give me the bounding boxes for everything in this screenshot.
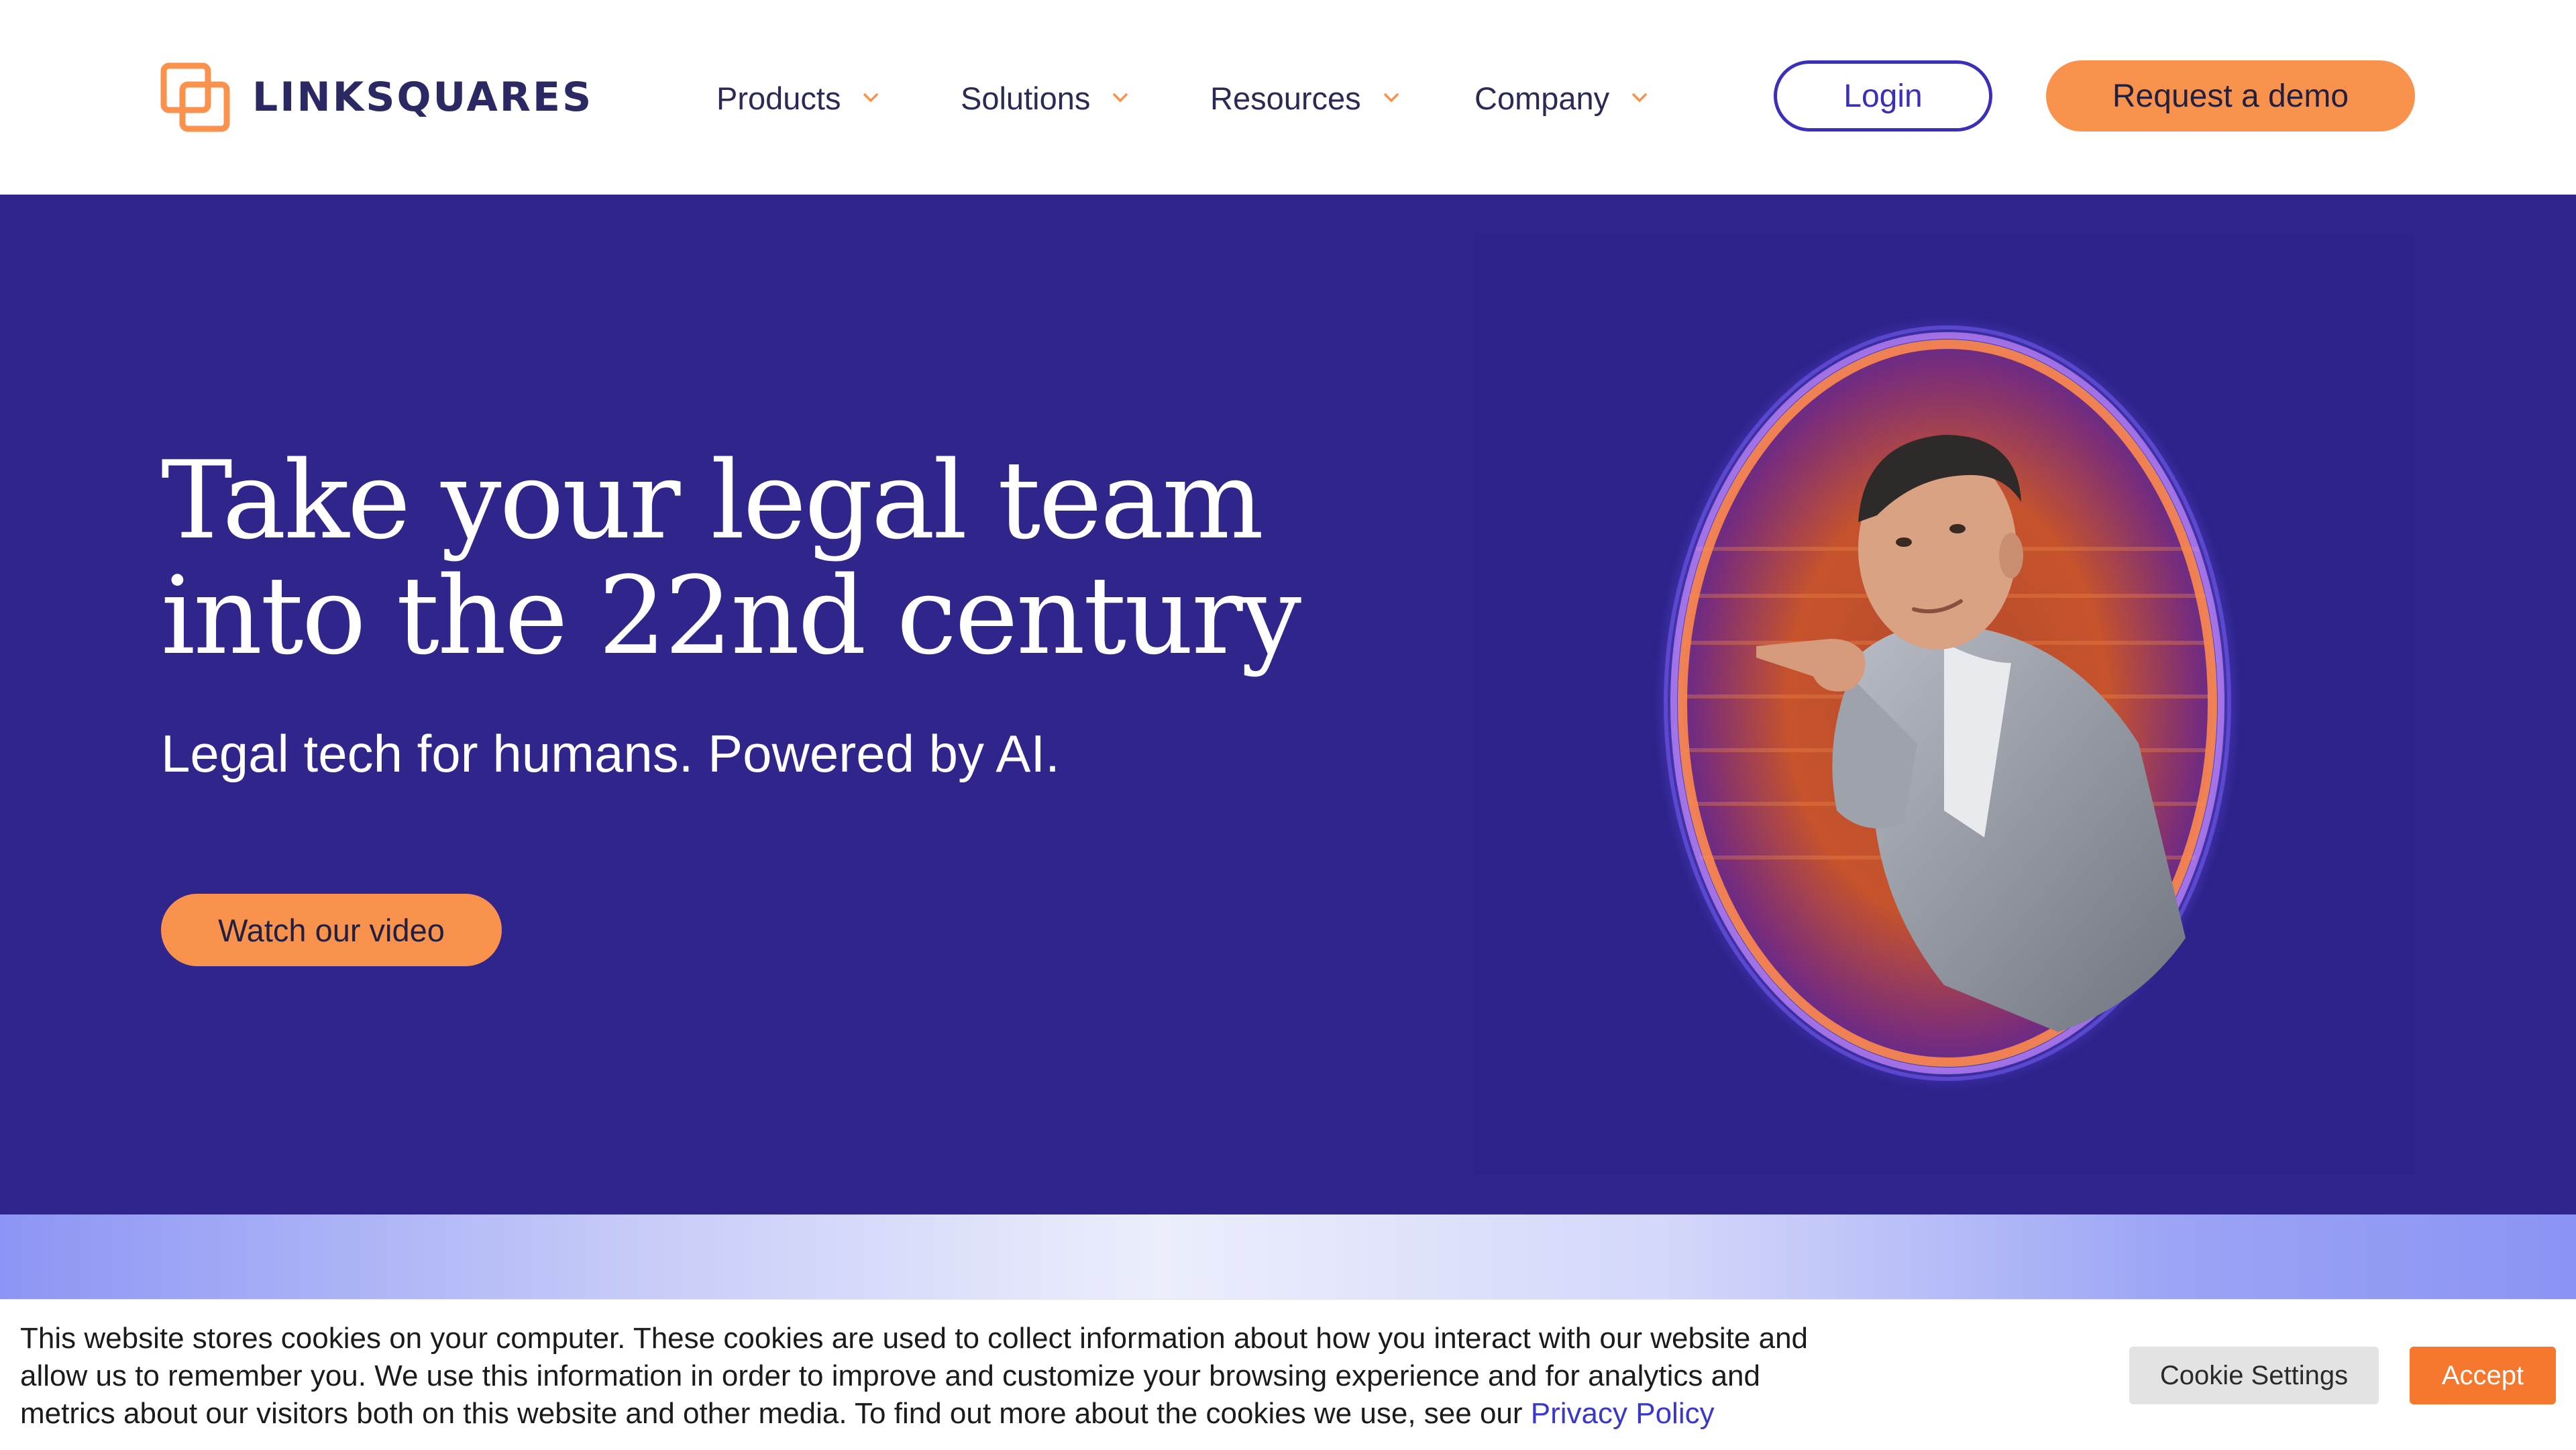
- chevron-down-icon: [863, 93, 879, 103]
- nav-item-label: Resources: [1210, 80, 1361, 116]
- nav-item-products[interactable]: Products: [716, 72, 881, 123]
- chevron-down-icon: [1383, 93, 1399, 103]
- nav-item-label: Solutions: [961, 80, 1091, 116]
- hero-subhead: Legal tech for humans. Powered by AI.: [161, 724, 1060, 783]
- hero-headline-line-1: Take your legal team: [161, 437, 1264, 563]
- cookie-banner: This website stores cookies on your comp…: [0, 1299, 2576, 1450]
- nav-item-label: Company: [1474, 80, 1610, 116]
- login-button[interactable]: Login: [1774, 60, 1992, 132]
- site-header: LINKSQUARES Products Solutions Resources…: [0, 0, 2576, 195]
- portal-illustration: [1652, 314, 2243, 1092]
- cookie-settings-button[interactable]: Cookie Settings: [2129, 1347, 2379, 1404]
- hero-headline: Take your legal team into the 22nd centu…: [161, 443, 1301, 674]
- privacy-policy-link[interactable]: Privacy Policy: [1531, 1397, 1715, 1430]
- hero-section: Take your legal team into the 22nd centu…: [0, 195, 2576, 1214]
- nav-item-solutions[interactable]: Solutions: [961, 72, 1130, 123]
- hero-portal-image[interactable]: [1474, 234, 2415, 1174]
- nav-item-resources[interactable]: Resources: [1210, 72, 1401, 123]
- chevron-down-icon: [1632, 93, 1647, 103]
- cookie-message: This website stores cookies on your comp…: [20, 1320, 1818, 1433]
- hero-headline-line-2: into the 22nd century: [161, 553, 1301, 678]
- logo-wordmark: LINKSQUARES: [252, 74, 594, 121]
- chevron-down-icon: [1113, 93, 1128, 103]
- gradient-band: [0, 1214, 2576, 1299]
- linksquares-logo[interactable]: LINKSQUARES: [160, 62, 591, 133]
- logo-squares-icon: [160, 62, 230, 132]
- request-demo-button[interactable]: Request a demo: [2046, 60, 2415, 132]
- accept-cookies-button[interactable]: Accept: [2410, 1347, 2556, 1404]
- nav-item-label: Products: [716, 80, 841, 116]
- watch-video-button[interactable]: Watch our video: [161, 894, 502, 966]
- nav-item-company[interactable]: Company: [1474, 72, 1650, 123]
